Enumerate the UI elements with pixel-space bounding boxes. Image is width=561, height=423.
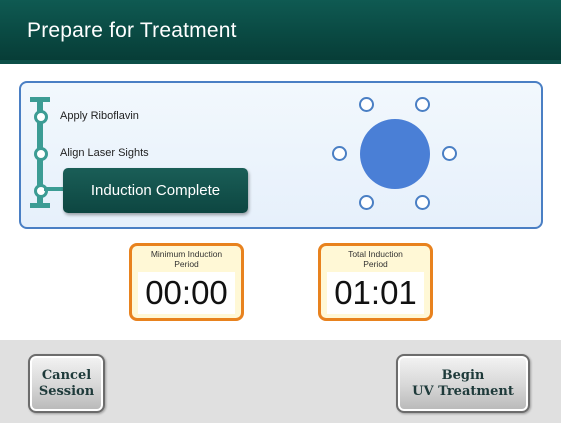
laser-sight-top-right — [415, 97, 430, 112]
cancel-session-label-line1: Cancel — [41, 367, 92, 383]
cancel-session-label-line2: Session — [38, 383, 95, 399]
laser-sight-left — [332, 146, 347, 161]
induction-complete-label: Induction Complete — [90, 182, 221, 199]
laser-sight-bottom-right — [415, 195, 430, 210]
total-induction-caption: Total Induction Period — [321, 249, 430, 269]
minimum-induction-value: 00:00 — [138, 272, 235, 314]
minimum-induction-caption-line2: Period — [174, 259, 199, 269]
step-label-laser-sights: Align Laser Sights — [60, 147, 149, 159]
begin-uv-label-line2: UV Treatment — [412, 383, 514, 399]
total-induction-timer: Total Induction Period 01:01 — [318, 243, 433, 321]
minimum-induction-timer: Minimum Induction Period 00:00 — [129, 243, 244, 321]
total-induction-caption-line2: Period — [363, 259, 388, 269]
induction-complete-status: Induction Complete — [63, 168, 248, 213]
minimum-induction-caption: Minimum Induction Period — [132, 249, 241, 269]
begin-uv-treatment-button[interactable]: Begin UV Treatment — [396, 354, 530, 413]
laser-sight-right — [442, 146, 457, 161]
progress-track-cap-bottom — [30, 203, 50, 208]
step-node-laser-sights — [34, 147, 48, 161]
total-induction-value: 01:01 — [327, 272, 424, 314]
step-connector — [44, 187, 64, 191]
begin-uv-label-line1: Begin — [441, 367, 485, 383]
cancel-session-button[interactable]: Cancel Session — [28, 354, 105, 413]
header-bar: Prepare for Treatment — [0, 0, 561, 64]
step-label-riboflavin: Apply Riboflavin — [60, 110, 139, 122]
minimum-induction-caption-line1: Minimum Induction — [150, 249, 223, 259]
laser-sight-bottom-left — [359, 195, 374, 210]
total-induction-caption-line1: Total Induction — [348, 249, 403, 259]
eye-target-circle — [360, 119, 430, 189]
laser-sight-top-left — [359, 97, 374, 112]
page-title: Prepare for Treatment — [27, 19, 237, 42]
step-node-riboflavin — [34, 110, 48, 124]
